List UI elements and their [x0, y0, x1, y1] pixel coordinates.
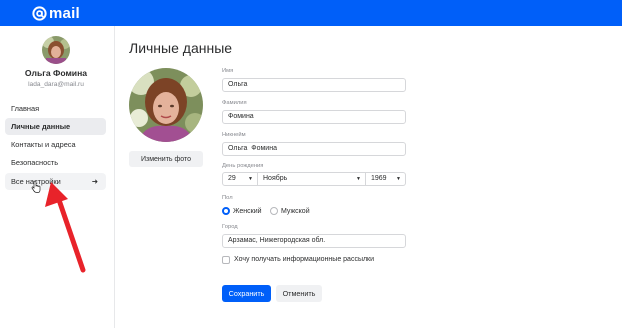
newsletter-checkbox[interactable]: [222, 256, 230, 264]
logo-text: mail: [49, 4, 80, 22]
sidebar-item-label: Личные данные: [11, 122, 71, 131]
birthday-month-value: Ноябрь: [263, 175, 288, 182]
sidebar-item-all-settings[interactable]: Все настройки ➜: [5, 173, 106, 190]
sidebar-item-label: Контакты и адреса: [11, 140, 76, 149]
sidebar: Ольга Фомина lada_dara@mail.ru Главная Л…: [0, 26, 115, 328]
at-sign-icon: [32, 5, 47, 21]
avatar-photo: [42, 36, 70, 64]
hand-cursor-icon: [31, 181, 41, 193]
sidebar-item-security[interactable]: Безопасность: [5, 154, 106, 171]
sidebar-item-personal-data[interactable]: Личные данные: [5, 118, 106, 135]
nickname-field[interactable]: Ольга Фомина: [222, 142, 406, 156]
save-button[interactable]: Сохранить: [222, 285, 271, 302]
gender-label: Пол: [222, 195, 233, 201]
avatar[interactable]: [42, 36, 70, 64]
first-name-field[interactable]: Ольга: [222, 78, 406, 92]
nickname-label: Никнейм: [222, 132, 246, 138]
gender-male-radio[interactable]: [270, 207, 278, 215]
cancel-button[interactable]: Отменить: [276, 285, 322, 302]
last-name-field[interactable]: Фомина: [222, 110, 406, 124]
change-photo-button[interactable]: Изменить фото: [129, 151, 203, 167]
birthday-label: День рождения: [222, 163, 264, 169]
last-name-value: Фомина: [228, 113, 254, 120]
mail-logo[interactable]: mail: [32, 3, 80, 23]
profile-photo-image: [129, 68, 203, 142]
birthday-year-select[interactable]: 1969 ▼: [366, 172, 406, 186]
dropdown-caret-icon: ▼: [248, 176, 253, 182]
birthday-day-value: 29: [228, 175, 236, 182]
dropdown-caret-icon: ▼: [396, 176, 401, 182]
sidebar-item-label: Безопасность: [11, 158, 59, 167]
profile-name: Ольга Фомина: [24, 68, 88, 78]
page-title: Личные данные: [129, 40, 233, 56]
city-label: Город: [222, 224, 238, 230]
sidebar-item-contacts[interactable]: Контакты и адреса: [5, 136, 106, 153]
gender-male-label[interactable]: Мужской: [281, 207, 310, 216]
birthday-month-select[interactable]: Ноябрь ▼: [258, 172, 366, 186]
dropdown-caret-icon: ▼: [356, 176, 361, 182]
arrow-right-icon: ➜: [91, 177, 98, 186]
birthday-day-select[interactable]: 29 ▼: [222, 172, 258, 186]
sidebar-item-home[interactable]: Главная: [5, 100, 106, 117]
last-name-label: Фамилия: [222, 100, 247, 106]
profile-photo: [129, 68, 203, 142]
nickname-value: Ольга Фомина: [228, 145, 277, 152]
birthday-year-value: 1969: [371, 175, 387, 182]
first-name-label: Имя: [222, 68, 234, 74]
top-bar: mail: [0, 0, 622, 26]
city-field[interactable]: Арзамас, Нижегородская обл.: [222, 234, 406, 248]
first-name-value: Ольга: [228, 81, 248, 88]
newsletter-label[interactable]: Хочу получать информационные рассылки: [234, 255, 374, 265]
city-value: Арзамас, Нижегородская обл.: [228, 237, 326, 244]
sidebar-item-label: Главная: [11, 104, 40, 113]
gender-female-label[interactable]: Женский: [233, 207, 262, 216]
profile-email: lada_dara@mail.ru: [28, 81, 84, 88]
gender-female-radio[interactable]: [222, 207, 230, 215]
